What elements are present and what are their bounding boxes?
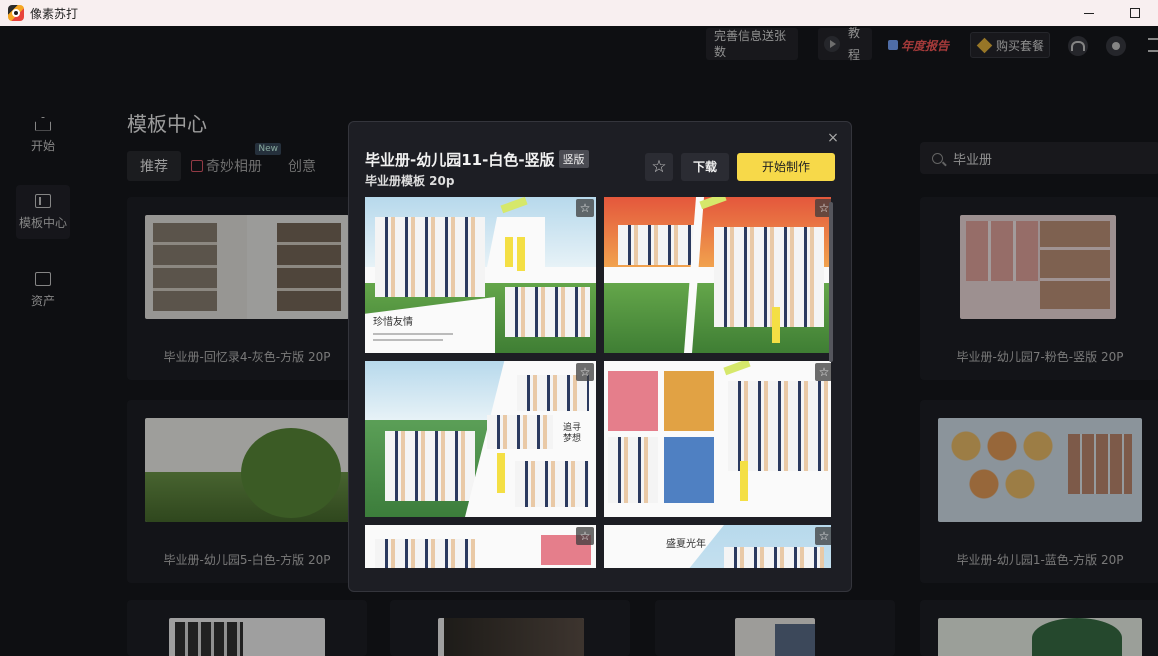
page-ribbon (772, 307, 780, 343)
download-button[interactable]: 下载 (681, 153, 729, 181)
app-logo-icon (8, 5, 24, 21)
star-icon: ☆ (651, 157, 667, 177)
start-making-button[interactable]: 开始制作 (737, 153, 835, 181)
page-preview-grid: 珍惜友情 ☆ ☆ 追寻梦想 ☆ ☆ ☆ 盛夏光年 ☆ (365, 197, 831, 568)
page-photo (608, 437, 658, 503)
page-ribbon (517, 237, 525, 271)
page-decoration (723, 361, 751, 376)
page-photo (608, 371, 658, 431)
maximize-icon (1130, 8, 1140, 18)
page-photo (505, 287, 590, 337)
page-photo (728, 381, 828, 471)
page-photo (385, 431, 475, 501)
page-text: 盛夏光年 (666, 539, 706, 550)
preview-scrollbar[interactable] (829, 202, 833, 362)
page-text: 追寻梦想 (563, 423, 582, 444)
page-ribbon (497, 453, 505, 493)
star-icon[interactable]: ☆ (815, 363, 831, 381)
star-icon[interactable]: ☆ (576, 363, 594, 381)
orientation-badge: 竖版 (558, 150, 589, 168)
favorite-button[interactable]: ☆ (645, 153, 673, 181)
minimize-icon (1084, 12, 1094, 14)
minimize-button[interactable] (1066, 0, 1112, 26)
page-photo (375, 539, 475, 568)
page-ribbon (740, 461, 748, 501)
page-photo (487, 415, 553, 449)
preview-page[interactable]: 盛夏光年 ☆ (604, 525, 831, 568)
page-ribbon (505, 237, 513, 267)
preview-page[interactable]: 追寻梦想 ☆ (365, 361, 596, 517)
template-preview-dialog: × 毕业册-幼儿园11-白色-竖版 竖版 毕业册模板 20p ☆ 下载 开始制作 … (348, 121, 852, 592)
page-photo (664, 437, 714, 503)
dialog-subtitle: 毕业册模板 20p (365, 174, 455, 188)
preview-page[interactable]: ☆ (365, 525, 596, 568)
page-paragraph (373, 333, 453, 335)
page-photo (618, 225, 698, 265)
maximize-button[interactable] (1112, 0, 1158, 26)
preview-page[interactable]: 珍惜友情 ☆ (365, 197, 596, 353)
window-controls (1066, 0, 1158, 26)
preview-page[interactable]: ☆ (604, 361, 831, 517)
close-icon[interactable]: × (827, 131, 839, 145)
dialog-title-text: 毕业册-幼儿园11-白色-竖版 (365, 151, 555, 169)
preview-page[interactable]: ☆ (604, 197, 831, 353)
page-photo (664, 371, 714, 431)
page-photo (724, 547, 824, 568)
page-text: 珍惜友情 (373, 317, 413, 328)
app-title: 像素苏打 (30, 6, 79, 21)
star-icon[interactable]: ☆ (576, 199, 594, 217)
page-photo (375, 217, 485, 297)
page-paragraph (373, 339, 443, 341)
dialog-title: 毕业册-幼儿园11-白色-竖版 竖版 (365, 149, 589, 170)
title-bar: 像素苏打 (0, 0, 1158, 26)
star-icon[interactable]: ☆ (576, 527, 594, 545)
star-icon[interactable]: ☆ (815, 527, 831, 545)
page-photo (714, 227, 824, 327)
page-photo (515, 461, 589, 507)
